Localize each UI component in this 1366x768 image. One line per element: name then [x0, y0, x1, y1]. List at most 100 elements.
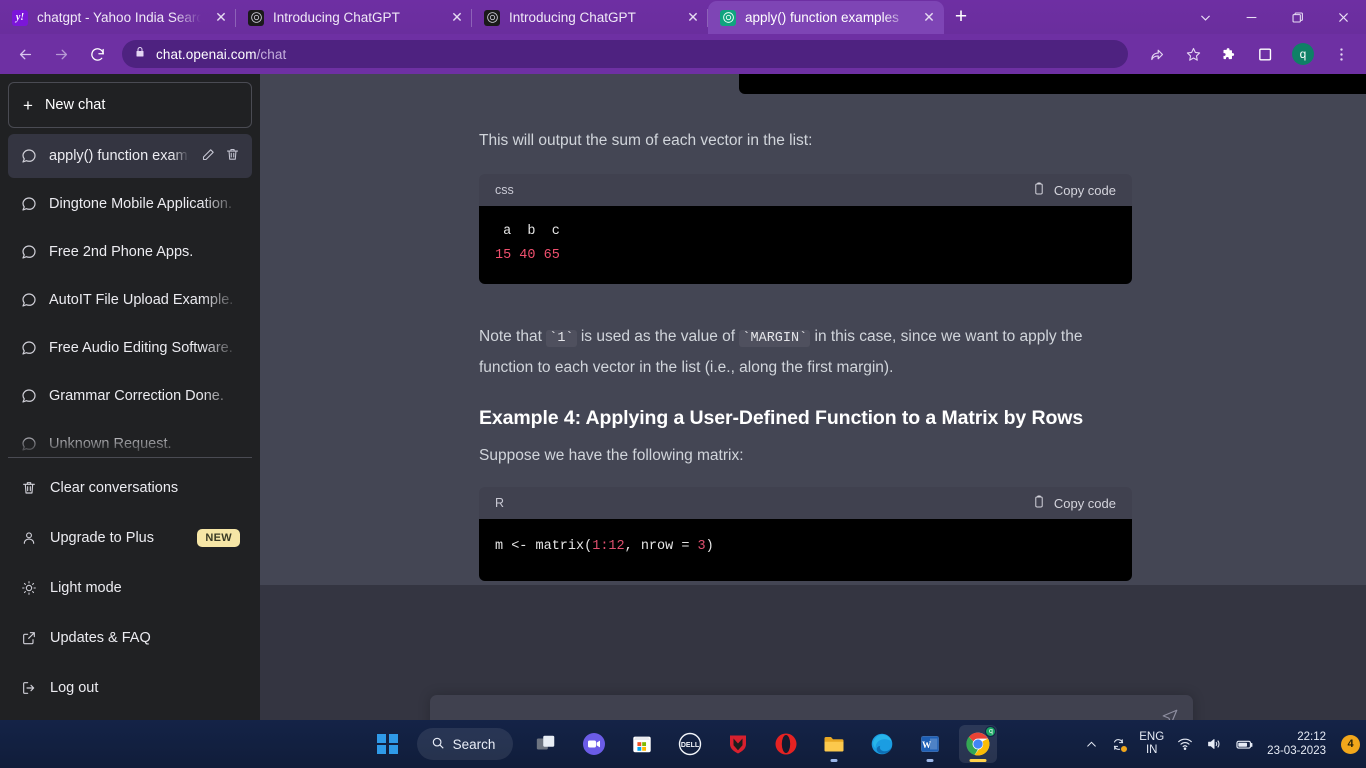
code-block-body: a b c 15 40 65: [479, 206, 1132, 284]
battery-icon[interactable]: [1235, 735, 1254, 754]
notification-badge[interactable]: 4: [1341, 734, 1360, 754]
microsoft-edge-icon[interactable]: [863, 725, 901, 763]
copy-code-button[interactable]: Copy code: [1032, 495, 1116, 512]
side-panel-icon[interactable]: [1248, 39, 1282, 69]
new-tab-button[interactable]: +: [944, 2, 978, 32]
microsoft-word-icon[interactable]: W: [911, 725, 949, 763]
back-icon[interactable]: [8, 39, 42, 69]
tab-strip: y! chatgpt - Yahoo India Search Res ✕ In…: [0, 0, 1366, 34]
conversation-item[interactable]: Free 2nd Phone Apps.: [8, 230, 252, 274]
code-line-header: a b c: [495, 224, 560, 239]
tab-close-icon[interactable]: ✕: [446, 7, 468, 29]
profile-avatar[interactable]: q: [1292, 43, 1314, 65]
tab-search-icon[interactable]: [1182, 0, 1228, 34]
search-label: Search: [452, 736, 496, 752]
google-chrome-icon[interactable]: q: [959, 725, 998, 763]
message-bubble-icon: [20, 244, 37, 260]
microsoft-store-icon[interactable]: [623, 725, 661, 763]
openai-icon: [484, 9, 500, 26]
conversation-title: Unknown Request.: [49, 436, 172, 452]
url-host: chat.openai.com: [156, 46, 257, 62]
note-prefix: Note that: [479, 328, 547, 345]
onedrive-sync-icon[interactable]: [1111, 737, 1129, 753]
volume-icon[interactable]: [1206, 736, 1222, 752]
browser-tab-2[interactable]: Introducing ChatGPT ✕: [236, 1, 472, 34]
conversation-list[interactable]: apply() function exampl Dingtone Mobile …: [8, 134, 252, 457]
wifi-icon[interactable]: [1177, 736, 1193, 752]
new-chat-button[interactable]: + New chat: [8, 82, 252, 128]
browser-tab-1[interactable]: y! chatgpt - Yahoo India Search Res ✕: [0, 1, 236, 34]
chat-input[interactable]: [444, 710, 1161, 720]
close-window-button[interactable]: [1320, 0, 1366, 34]
message-composer[interactable]: [430, 695, 1193, 720]
code-block-header: css Copy code: [479, 174, 1132, 206]
conversation-item[interactable]: Grammar Correction Done.: [8, 374, 252, 418]
dell-app-icon[interactable]: DELL: [671, 725, 709, 763]
conversation-item-active[interactable]: apply() function exampl: [8, 134, 252, 178]
sidebar-item-clear-conversations[interactable]: Clear conversations: [8, 464, 252, 512]
conversation-item[interactable]: Dingtone Mobile Application.: [8, 182, 252, 226]
browser-tab-4-active[interactable]: apply() function examples ✕: [708, 1, 944, 34]
sun-icon: [20, 580, 37, 596]
reload-icon[interactable]: [80, 39, 114, 69]
browser-menu-icon[interactable]: [1324, 39, 1358, 69]
edit-pencil-icon[interactable]: [201, 147, 216, 166]
logout-icon: [20, 680, 37, 696]
delete-trash-icon[interactable]: [225, 147, 240, 166]
bookmark-star-icon[interactable]: [1176, 39, 1210, 69]
sidebar-item-light-mode[interactable]: Light mode: [8, 564, 252, 612]
message-bubble-icon: [20, 196, 37, 212]
message-bubble-icon: [20, 436, 37, 452]
conversation-title: Free Audio Editing Software.: [49, 340, 233, 356]
address-bar[interactable]: chat.openai.com/chat: [122, 40, 1128, 68]
browser-tab-3[interactable]: Introducing ChatGPT ✕: [472, 1, 708, 34]
language-indicator[interactable]: ENG IN: [1139, 731, 1164, 757]
copy-code-button[interactable]: Copy code: [1032, 182, 1116, 199]
sidebar-item-label: Updates & FAQ: [50, 630, 151, 646]
sidebar-item-label: Clear conversations: [50, 480, 179, 496]
show-hidden-icons-chevron[interactable]: [1085, 738, 1098, 751]
sidebar-item-log-out[interactable]: Log out: [8, 664, 252, 712]
clock[interactable]: 22:12 23-03-2023: [1267, 730, 1328, 758]
assistant-message: This will output the sum of each vector …: [260, 74, 1366, 585]
sidebar-item-label: Upgrade to Plus: [50, 530, 154, 546]
tab-close-icon[interactable]: ✕: [210, 7, 232, 29]
clock-time: 22:12: [1297, 731, 1326, 743]
conversation-item[interactable]: AutoIT File Upload Example.: [8, 278, 252, 322]
tab-close-icon[interactable]: ✕: [918, 7, 940, 29]
sidebar-item-label: Light mode: [50, 580, 122, 596]
task-view-icon[interactable]: [527, 725, 565, 763]
share-icon[interactable]: [1140, 39, 1174, 69]
taskbar-search[interactable]: Search: [416, 728, 514, 760]
zoom-app-icon[interactable]: [575, 725, 613, 763]
tab-close-icon[interactable]: ✕: [682, 7, 704, 29]
toolbar-right-actions: q: [1140, 39, 1358, 69]
inline-code-margin-value: `1`: [546, 330, 577, 347]
sidebar-item-updates-faq[interactable]: Updates & FAQ: [8, 614, 252, 662]
copy-code-label: Copy code: [1053, 182, 1116, 198]
message-bubble-icon: [20, 388, 37, 404]
start-button[interactable]: [369, 725, 407, 763]
sidebar-menu: Clear conversations Upgrade to Plus NEW …: [8, 457, 252, 712]
conversation-title: Dingtone Mobile Application.: [49, 196, 232, 212]
minimize-button[interactable]: [1228, 0, 1274, 34]
sidebar-item-upgrade-to-plus[interactable]: Upgrade to Plus NEW: [8, 514, 252, 562]
conversation-item[interactable]: Free Audio Editing Software.: [8, 326, 252, 370]
conversation-title: apply() function exampl: [49, 148, 189, 164]
inline-code-margin: `MARGIN`: [739, 330, 811, 347]
extensions-puzzle-icon[interactable]: [1212, 39, 1246, 69]
code-number-nrow: 3: [697, 539, 706, 554]
mcafee-app-icon[interactable]: [719, 725, 757, 763]
window-controls: [1182, 0, 1366, 34]
maximize-button[interactable]: [1274, 0, 1320, 34]
conversation-item[interactable]: Unknown Request.: [8, 422, 252, 457]
plus-icon: +: [23, 95, 33, 115]
url-path: /chat: [256, 46, 287, 62]
trash-icon: [20, 480, 37, 496]
copy-code-label: Copy code: [1053, 495, 1116, 511]
language-line-1: ENG: [1139, 731, 1165, 743]
forward-icon[interactable]: [44, 39, 78, 69]
send-icon[interactable]: [1161, 708, 1179, 720]
opera-browser-icon[interactable]: [767, 725, 805, 763]
file-explorer-icon[interactable]: [815, 725, 853, 763]
